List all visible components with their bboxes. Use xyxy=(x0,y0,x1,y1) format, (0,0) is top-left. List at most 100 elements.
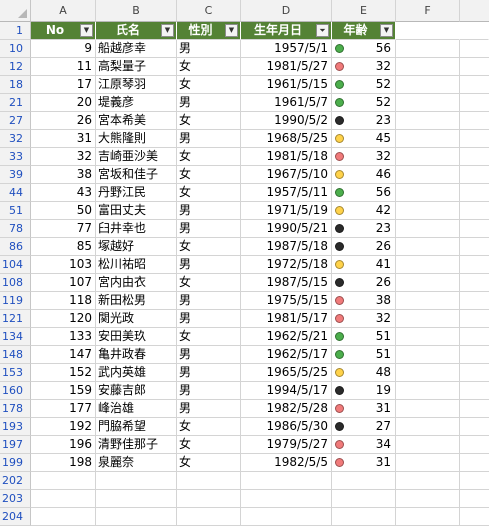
empty-cell[interactable] xyxy=(396,238,460,256)
empty-cell[interactable] xyxy=(241,508,332,526)
cell-sex[interactable]: 女 xyxy=(177,328,241,346)
cell-age[interactable]: 23 xyxy=(332,112,396,130)
cell-sex[interactable]: 女 xyxy=(177,166,241,184)
cell-dob[interactable]: 1957/5/1 xyxy=(241,40,332,58)
cell-age[interactable]: 26 xyxy=(332,238,396,256)
empty-cell[interactable] xyxy=(31,490,96,508)
cell-age[interactable]: 41 xyxy=(332,256,396,274)
row-number[interactable]: 33 xyxy=(0,148,31,166)
empty-cell[interactable] xyxy=(460,436,489,454)
empty-cell[interactable] xyxy=(332,472,396,490)
cell-sex[interactable]: 女 xyxy=(177,76,241,94)
row-number[interactable]: 51 xyxy=(0,202,31,220)
cell-age[interactable]: 52 xyxy=(332,94,396,112)
filter-dropdown-icon[interactable]: ▼ xyxy=(380,24,393,37)
cell-sex[interactable]: 男 xyxy=(177,382,241,400)
empty-cell[interactable] xyxy=(460,400,489,418)
cell-name[interactable]: 安藤吉郎 xyxy=(96,382,177,400)
cell-sex[interactable]: 男 xyxy=(177,202,241,220)
cell-age[interactable]: 32 xyxy=(332,148,396,166)
cell-no[interactable]: 103 xyxy=(31,256,96,274)
row-number[interactable]: 44 xyxy=(0,184,31,202)
cell-no[interactable]: 196 xyxy=(31,436,96,454)
filter-active-icon[interactable]: ⏷ xyxy=(316,24,329,37)
empty-cell[interactable] xyxy=(460,238,489,256)
empty-cell[interactable] xyxy=(460,40,489,58)
cell-dob[interactable]: 1965/5/25 xyxy=(241,364,332,382)
cell-name[interactable]: 新田松男 xyxy=(96,292,177,310)
row-number[interactable]: 148 xyxy=(0,346,31,364)
cell-age[interactable]: 46 xyxy=(332,166,396,184)
row-number[interactable]: 27 xyxy=(0,112,31,130)
empty-cell[interactable] xyxy=(241,490,332,508)
empty-cell[interactable] xyxy=(396,256,460,274)
empty-cell[interactable] xyxy=(460,346,489,364)
empty-cell[interactable] xyxy=(96,490,177,508)
cell-name[interactable]: 松川祐昭 xyxy=(96,256,177,274)
cell-age[interactable]: 56 xyxy=(332,184,396,202)
cell-dob[interactable]: 1981/5/17 xyxy=(241,310,332,328)
cell-no[interactable]: 120 xyxy=(31,310,96,328)
row-number[interactable]: 197 xyxy=(0,436,31,454)
empty-cell[interactable] xyxy=(460,454,489,472)
row-number[interactable]: 178 xyxy=(0,400,31,418)
cell-age[interactable]: 23 xyxy=(332,220,396,238)
row-number[interactable]: 204 xyxy=(0,508,31,526)
row-number[interactable]: 119 xyxy=(0,292,31,310)
empty-cell[interactable] xyxy=(396,490,460,508)
empty-cell[interactable] xyxy=(396,454,460,472)
empty-cell[interactable] xyxy=(96,508,177,526)
cell-age[interactable]: 31 xyxy=(332,454,396,472)
cell-age[interactable]: 27 xyxy=(332,418,396,436)
empty-cell[interactable] xyxy=(460,94,489,112)
empty-cell[interactable] xyxy=(460,292,489,310)
cell-no[interactable]: 9 xyxy=(31,40,96,58)
empty-cell[interactable] xyxy=(396,220,460,238)
row-number[interactable]: 18 xyxy=(0,76,31,94)
cell-no[interactable]: 17 xyxy=(31,76,96,94)
cell-no[interactable]: 32 xyxy=(31,148,96,166)
cell-name[interactable]: 武内英雄 xyxy=(96,364,177,382)
empty-cell[interactable] xyxy=(396,508,460,526)
empty-cell[interactable] xyxy=(460,112,489,130)
empty-cell[interactable] xyxy=(396,22,460,40)
cell-name[interactable]: 門脇希望 xyxy=(96,418,177,436)
empty-cell[interactable] xyxy=(460,58,489,76)
cell-sex[interactable]: 女 xyxy=(177,454,241,472)
empty-cell[interactable] xyxy=(396,472,460,490)
empty-cell[interactable] xyxy=(396,328,460,346)
cell-name[interactable]: 泉麗奈 xyxy=(96,454,177,472)
cell-age[interactable]: 51 xyxy=(332,328,396,346)
empty-cell[interactable] xyxy=(396,418,460,436)
empty-cell[interactable] xyxy=(396,76,460,94)
cell-dob[interactable]: 1957/5/11 xyxy=(241,184,332,202)
row-number[interactable]: 202 xyxy=(0,472,31,490)
empty-cell[interactable] xyxy=(460,76,489,94)
cell-sex[interactable]: 女 xyxy=(177,112,241,130)
cell-no[interactable]: 152 xyxy=(31,364,96,382)
cell-no[interactable]: 43 xyxy=(31,184,96,202)
cell-dob[interactable]: 1994/5/17 xyxy=(241,382,332,400)
cell-name[interactable]: 堤義彦 xyxy=(96,94,177,112)
row-number[interactable]: 21 xyxy=(0,94,31,112)
cell-name[interactable]: 峰治雄 xyxy=(96,400,177,418)
row-number[interactable]: 199 xyxy=(0,454,31,472)
cell-name[interactable]: 大熊隆則 xyxy=(96,130,177,148)
row-number[interactable]: 153 xyxy=(0,364,31,382)
empty-cell[interactable] xyxy=(177,472,241,490)
cell-dob[interactable]: 1961/5/15 xyxy=(241,76,332,94)
cell-dob[interactable]: 1987/5/18 xyxy=(241,238,332,256)
cell-sex[interactable]: 女 xyxy=(177,58,241,76)
empty-cell[interactable] xyxy=(460,472,489,490)
empty-cell[interactable] xyxy=(460,328,489,346)
filter-dropdown-icon[interactable]: ▼ xyxy=(161,24,174,37)
cell-sex[interactable]: 女 xyxy=(177,148,241,166)
cell-name[interactable]: 清野佳那子 xyxy=(96,436,177,454)
empty-cell[interactable] xyxy=(396,202,460,220)
cell-no[interactable]: 77 xyxy=(31,220,96,238)
empty-cell[interactable] xyxy=(396,184,460,202)
empty-cell[interactable] xyxy=(396,310,460,328)
row-number[interactable]: 134 xyxy=(0,328,31,346)
cell-age[interactable]: 38 xyxy=(332,292,396,310)
empty-cell[interactable] xyxy=(177,508,241,526)
